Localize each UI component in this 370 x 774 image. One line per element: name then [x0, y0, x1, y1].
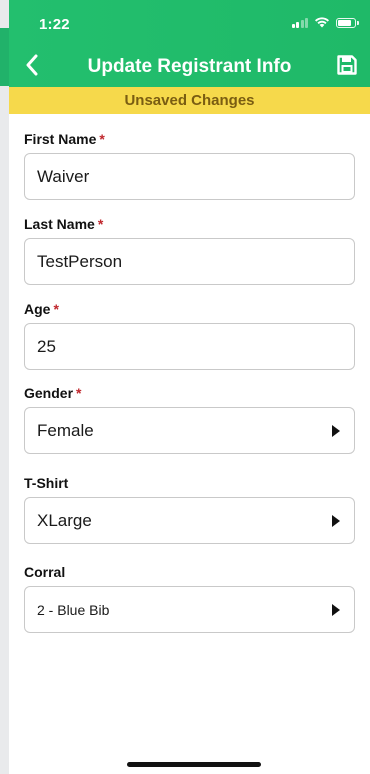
age-label: Age [24, 301, 51, 317]
required-marker: * [97, 216, 104, 232]
first-name-label: First Name [24, 131, 97, 147]
home-indicator[interactable] [127, 762, 261, 767]
age-input[interactable]: 25 [24, 323, 355, 370]
first-name-input[interactable]: Waiver [24, 153, 355, 200]
gender-label: Gender [24, 385, 74, 401]
app-header: 1:22 Update Registrant Info [9, 0, 370, 87]
first-name-field: First Name * Waiver [24, 130, 355, 200]
caret-right-icon [332, 603, 340, 616]
unsaved-changes-banner: Unsaved Changes [9, 87, 370, 114]
first-name-value: Waiver [37, 166, 90, 186]
status-time: 1:22 [39, 16, 70, 33]
caret-right-icon [332, 514, 340, 527]
required-marker: * [99, 131, 105, 147]
last-name-value: TestPerson [37, 251, 123, 271]
tshirt-field: T-Shirt XLarge [24, 474, 355, 544]
page-title: Update Registrant Info [87, 56, 292, 77]
required-marker: * [53, 301, 59, 317]
gender-select[interactable]: Female [24, 407, 355, 454]
last-name-label: Last Name [24, 216, 95, 232]
caret-right-icon [332, 424, 340, 437]
corral-field: Corral 2 - Blue Bib [24, 563, 355, 633]
corral-label: Corral [24, 564, 66, 580]
corral-select[interactable]: 2 - Blue Bib [24, 586, 355, 633]
cellular-signal-icon [291, 17, 308, 28]
age-value: 25 [37, 336, 56, 356]
last-name-input[interactable]: TestPerson [24, 238, 355, 285]
required-marker: * [76, 385, 82, 401]
wifi-icon [315, 17, 329, 28]
background-app-edge [0, 0, 9, 774]
background-app-accent [0, 28, 9, 86]
gender-field: Gender * Female [24, 384, 355, 454]
tshirt-label: T-Shirt [24, 475, 69, 491]
gender-value: Female [37, 420, 94, 440]
last-name-field: Last Name * TestPerson [24, 215, 355, 285]
tshirt-value: XLarge [37, 510, 92, 530]
save-button[interactable] [335, 53, 359, 77]
tshirt-select[interactable]: XLarge [24, 497, 355, 544]
age-field: Age * 25 [24, 300, 355, 370]
status-icons [291, 17, 359, 28]
save-icon [337, 55, 357, 75]
battery-icon [336, 17, 359, 28]
corral-value: 2 - Blue Bib [37, 601, 110, 618]
